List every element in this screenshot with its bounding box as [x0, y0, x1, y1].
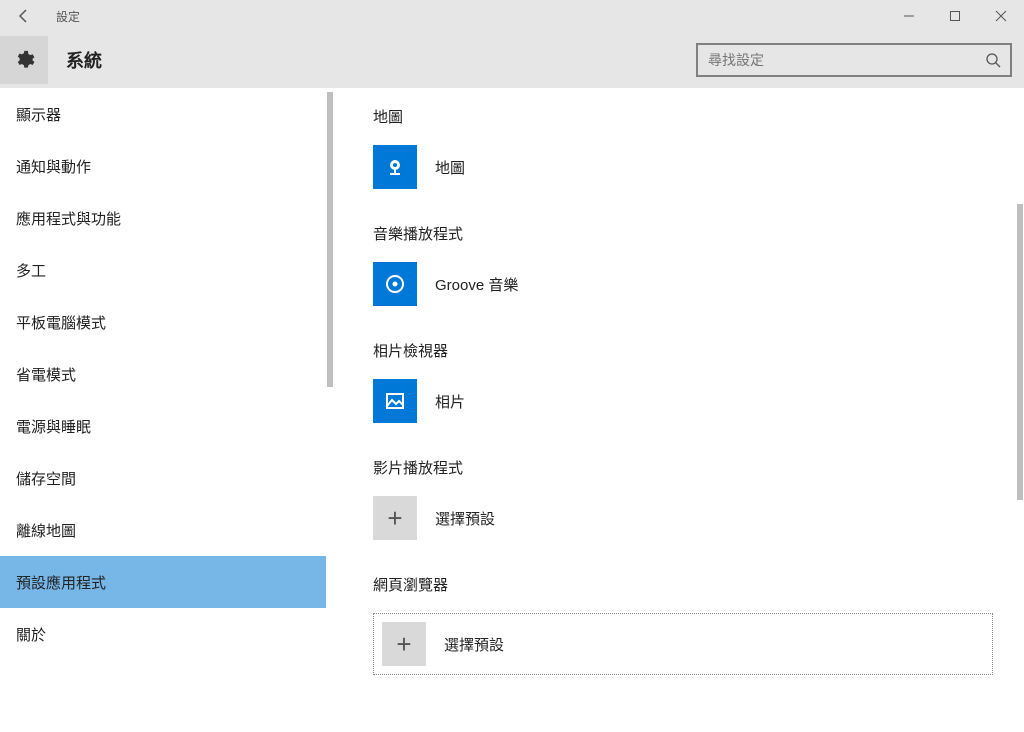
group-maps: 地圖 地圖 — [373, 106, 1024, 189]
back-button[interactable] — [0, 0, 48, 32]
sidebar-item-label: 電源與睡眠 — [16, 416, 91, 437]
sidebar-item-label: 應用程式與功能 — [16, 208, 121, 229]
group-title: 相片檢視器 — [373, 340, 1024, 361]
minimize-icon — [903, 10, 915, 22]
sidebar-item-maps[interactable]: 離線地圖 — [0, 504, 326, 556]
close-button[interactable] — [978, 0, 1024, 32]
sidebar-item-multitasking[interactable]: 多工 — [0, 244, 326, 296]
sidebar-item-label: 平板電腦模式 — [16, 312, 106, 333]
sidebar-item-battery[interactable]: 省電模式 — [0, 348, 326, 400]
group-music: 音樂播放程式 Groove 音樂 — [373, 223, 1024, 306]
sidebar-item-label: 通知與動作 — [16, 156, 91, 177]
search-icon — [976, 52, 1010, 68]
content-scroll-thumb[interactable] — [1017, 204, 1023, 500]
arrow-left-icon — [16, 8, 32, 24]
group-title: 網頁瀏覽器 — [373, 574, 1024, 595]
group-photos: 相片檢視器 相片 — [373, 340, 1024, 423]
app-label: Groove 音樂 — [435, 274, 518, 295]
content: 地圖 地圖 音樂播放程式 Groove 音樂 相片檢視器 — [335, 88, 1024, 728]
app-label: 選擇預設 — [435, 508, 495, 529]
group-video: 影片播放程式 + 選擇預設 — [373, 457, 1024, 540]
header: 系統 — [0, 32, 1024, 88]
gear-icon — [13, 49, 35, 71]
group-title: 地圖 — [373, 106, 1024, 127]
sidebar-item-label: 儲存空間 — [16, 468, 76, 489]
group-browser: 網頁瀏覽器 + 選擇預設 — [373, 574, 1024, 675]
groove-icon — [373, 262, 417, 306]
window-title: 設定 — [56, 8, 80, 25]
maximize-button[interactable] — [932, 0, 978, 32]
photos-icon — [373, 379, 417, 423]
default-app-maps[interactable]: 地圖 — [373, 145, 1024, 189]
sidebar: 顯示器 通知與動作 應用程式與功能 多工 平板電腦模式 省電模式 電源與睡眠 儲… — [0, 88, 326, 728]
sidebar-item-apps[interactable]: 應用程式與功能 — [0, 192, 326, 244]
search-box[interactable] — [696, 43, 1012, 77]
sidebar-item-label: 離線地圖 — [16, 520, 76, 541]
group-title: 音樂播放程式 — [373, 223, 1024, 244]
maps-icon — [373, 145, 417, 189]
sidebar-item-about[interactable]: 關於 — [0, 608, 326, 660]
close-icon — [995, 10, 1007, 22]
default-app-video[interactable]: + 選擇預設 — [373, 496, 1024, 540]
sidebar-item-label: 多工 — [16, 260, 46, 281]
search-input[interactable] — [698, 52, 976, 68]
default-app-photos[interactable]: 相片 — [373, 379, 1024, 423]
sidebar-item-label: 關於 — [16, 624, 46, 645]
default-app-music[interactable]: Groove 音樂 — [373, 262, 1024, 306]
sidebar-item-label: 省電模式 — [16, 364, 76, 385]
sidebar-item-notifications[interactable]: 通知與動作 — [0, 140, 326, 192]
sidebar-item-tablet[interactable]: 平板電腦模式 — [0, 296, 326, 348]
sidebar-item-label: 顯示器 — [16, 104, 61, 125]
group-title: 影片播放程式 — [373, 457, 1024, 478]
section-title: 系統 — [66, 47, 102, 73]
maximize-icon — [949, 10, 961, 22]
app-label: 地圖 — [435, 157, 465, 178]
sidebar-item-label: 預設應用程式 — [16, 572, 106, 593]
plus-icon: + — [382, 622, 426, 666]
plus-icon: + — [373, 496, 417, 540]
titlebar: 設定 — [0, 0, 1024, 32]
sidebar-item-defaultapps[interactable]: 預設應用程式 — [0, 556, 326, 608]
sidebar-item-display[interactable]: 顯示器 — [0, 88, 326, 140]
sidebar-scrollbar[interactable] — [327, 92, 333, 732]
app-label: 相片 — [435, 391, 465, 412]
minimize-button[interactable] — [886, 0, 932, 32]
sidebar-item-storage[interactable]: 儲存空間 — [0, 452, 326, 504]
default-app-browser[interactable]: + 選擇預設 — [382, 622, 984, 666]
app-label: 選擇預設 — [444, 634, 504, 655]
settings-gear-button[interactable] — [0, 36, 48, 84]
sidebar-scroll-thumb[interactable] — [327, 92, 333, 387]
sidebar-item-power[interactable]: 電源與睡眠 — [0, 400, 326, 452]
